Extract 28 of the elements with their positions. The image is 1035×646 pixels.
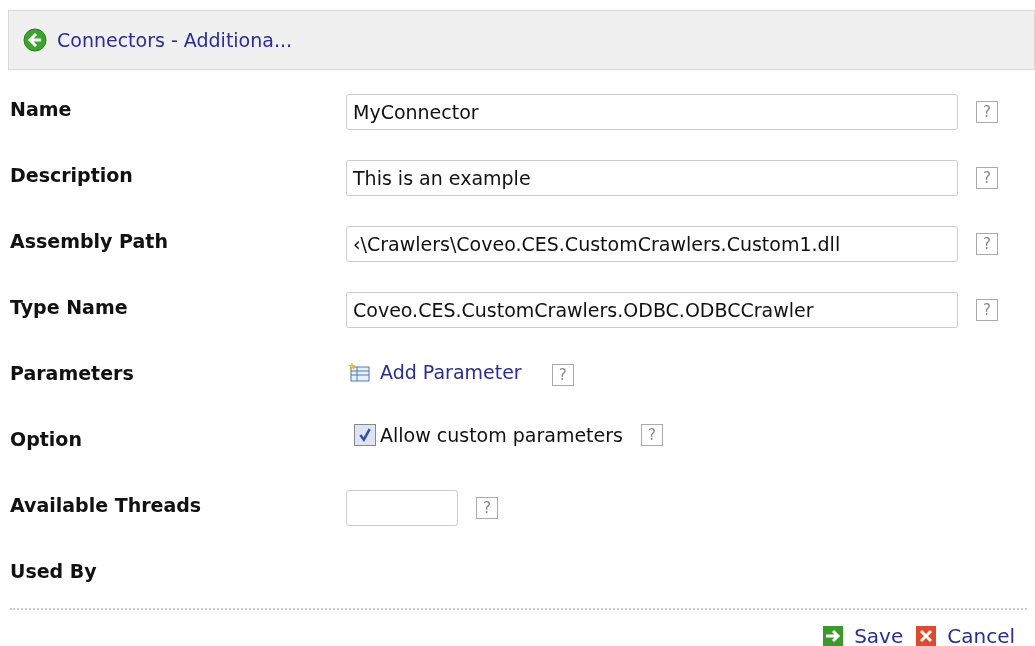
checkmark-icon	[358, 428, 372, 442]
field-label: Available Threads	[10, 493, 203, 516]
help-icon[interactable]: ?	[976, 233, 998, 255]
cancel-button[interactable]: Cancel	[915, 624, 1015, 646]
field-label: Type Name	[10, 295, 129, 318]
save-button[interactable]: Save	[822, 624, 904, 646]
field-label: Used By	[10, 559, 98, 582]
text-field[interactable]: MyConnector	[346, 94, 958, 130]
field-label: Description	[10, 163, 134, 186]
checkbox[interactable]	[354, 424, 376, 446]
checkbox-label[interactable]: Allow custom parameters	[380, 424, 623, 446]
text-field[interactable]	[346, 490, 458, 526]
table-add-icon[interactable]	[348, 362, 370, 382]
add-parameter-link[interactable]: Add Parameter	[380, 361, 522, 383]
help-icon[interactable]: ?	[976, 299, 998, 321]
help-icon[interactable]: ?	[976, 101, 998, 123]
page-title[interactable]: Connectors - Additiona...	[57, 29, 293, 51]
field-label: Parameters	[10, 361, 135, 384]
text-field[interactable]: Coveo.CES.CustomCrawlers.ODBC.ODBCCrawler	[346, 292, 958, 328]
field-label: Assembly Path	[10, 229, 169, 252]
help-icon[interactable]: ?	[476, 497, 498, 519]
text-field[interactable]: ‹\Crawlers\Coveo.CES.CustomCrawlers.Custom1.dll	[346, 226, 958, 262]
help-icon[interactable]: ?	[641, 424, 663, 446]
text-field[interactable]: This is an example	[346, 160, 958, 196]
help-icon[interactable]: ?	[976, 167, 998, 189]
field-label: Option	[10, 427, 83, 450]
field-label: Name	[10, 97, 73, 120]
help-icon[interactable]: ?	[551, 364, 574, 386]
